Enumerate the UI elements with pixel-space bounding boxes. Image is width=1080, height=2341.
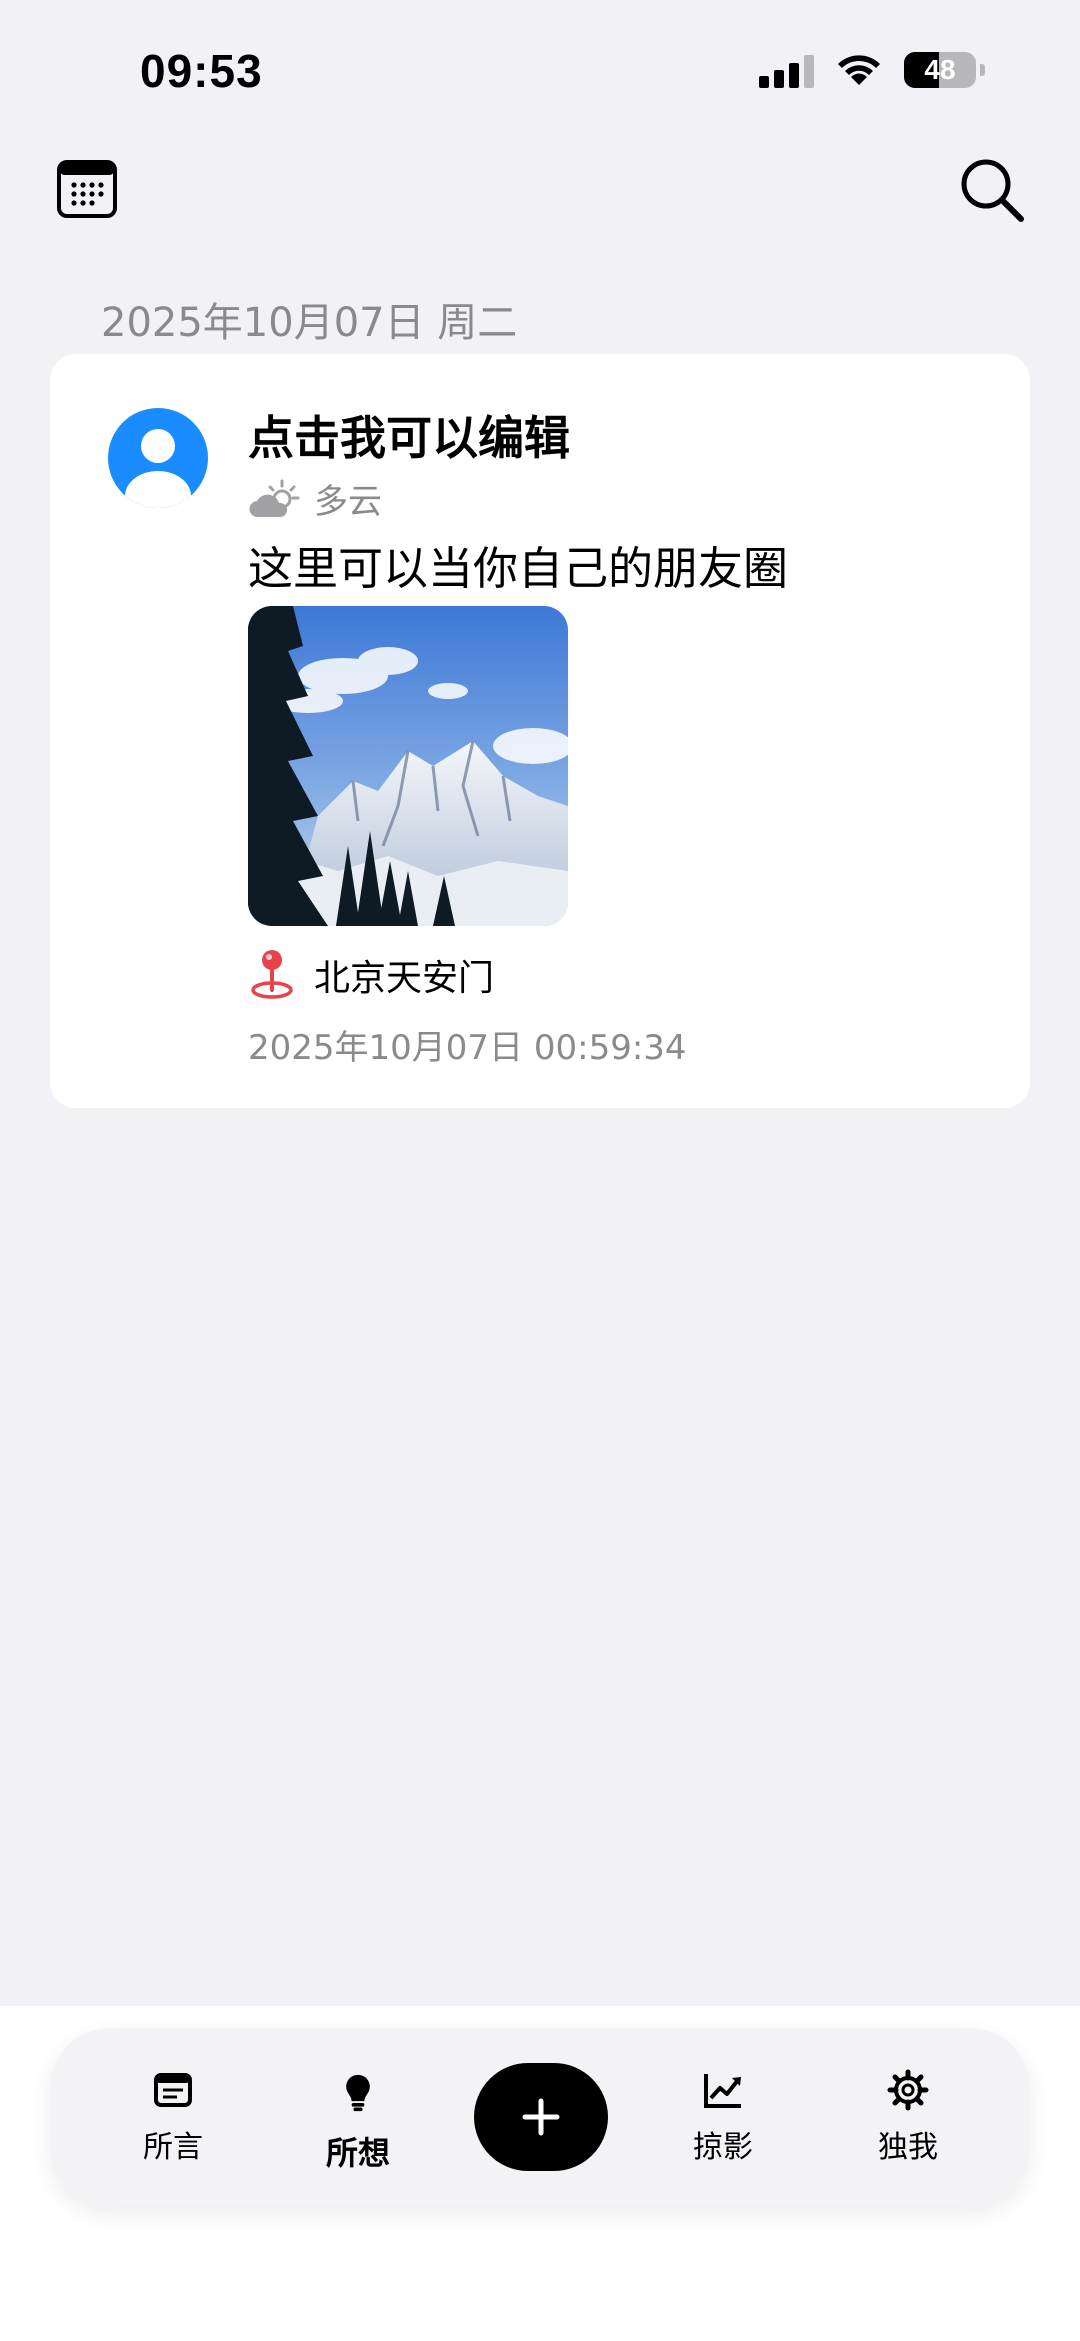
- battery-percent: 48: [924, 54, 956, 85]
- tab-lueying[interactable]: 掠影: [653, 2068, 793, 2166]
- add-post-button[interactable]: [474, 2063, 608, 2171]
- avatar-icon: [108, 408, 208, 508]
- battery-cap: [980, 64, 985, 76]
- tab-suoxiang[interactable]: 所想: [288, 2068, 428, 2174]
- search-button[interactable]: [958, 156, 1026, 224]
- tab-bar: 所言 所想 掠影 独我: [50, 2028, 1030, 2206]
- cloudy-icon: [249, 479, 300, 517]
- search-icon: [961, 159, 1024, 222]
- tab-suoyan-label: 所言: [143, 2130, 203, 2165]
- tab-suoxiang-label: 所想: [325, 2134, 390, 2172]
- battery-icon: 48: [904, 52, 976, 88]
- post-timestamp: 2025年10月07日 00:59:34: [248, 1028, 687, 1068]
- chart-icon: [704, 2074, 741, 2108]
- location-link[interactable]: 北京天安门: [248, 948, 494, 1002]
- location-label: 北京天安门: [314, 958, 495, 999]
- post-photo[interactable]: [248, 606, 568, 926]
- post-title[interactable]: 点击我可以编辑: [248, 402, 570, 468]
- tab-lueying-label: 掠影: [693, 2130, 753, 2165]
- calendar-icon: [57, 160, 117, 218]
- location-pin-icon: [251, 950, 293, 999]
- signal-icon: [759, 52, 814, 88]
- post-card[interactable]: 点击我可以编辑 多云 这里可以当你自己的朋友圈 北京天安门 2025年10月07…: [50, 354, 1030, 1108]
- date-header: 2025年10月07日 周二: [101, 300, 518, 346]
- lightbulb-icon: [346, 2074, 370, 2112]
- status-time: 09:53: [140, 45, 263, 97]
- tab-duwo-label: 独我: [878, 2130, 938, 2165]
- weather-info: 多云: [248, 474, 382, 523]
- calendar-button[interactable]: [56, 158, 118, 220]
- post-text: 这里可以当你自己的朋友圈: [248, 542, 789, 595]
- wifi-icon: [838, 55, 880, 85]
- tab-duwo[interactable]: 独我: [838, 2068, 978, 2166]
- weather-label: 多云: [314, 482, 382, 522]
- gear-icon: [887, 2069, 929, 2111]
- plus-icon: [522, 2098, 560, 2136]
- tab-suoyan[interactable]: 所言: [103, 2068, 243, 2166]
- mountain-photo: [248, 606, 568, 926]
- document-icon: [154, 2073, 192, 2107]
- status-icons: 48: [759, 52, 985, 88]
